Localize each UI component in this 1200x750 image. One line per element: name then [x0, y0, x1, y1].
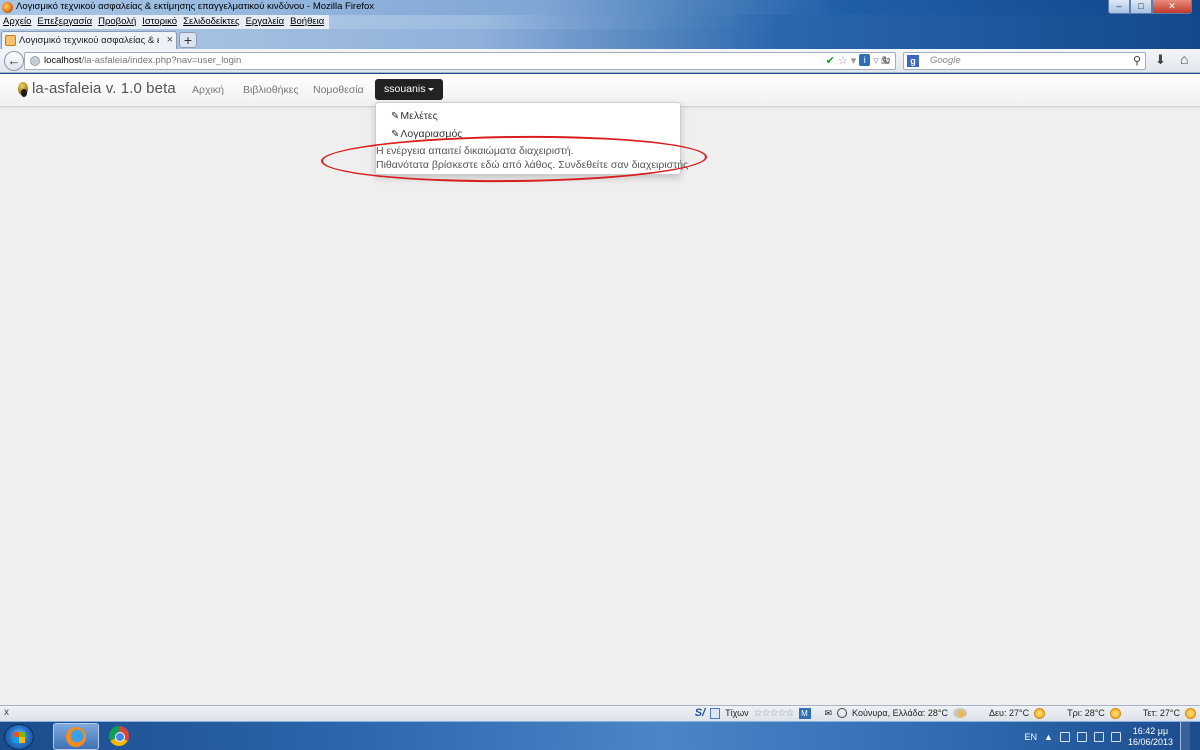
mail-icon[interactable]: ✉ [881, 55, 890, 68]
language-indicator[interactable]: EN [1025, 732, 1038, 742]
partly-cloudy-icon [953, 708, 968, 718]
network-icon[interactable] [1093, 731, 1104, 742]
system-tray: EN ▲ 16:42 μμ 16/06/2013 [1025, 722, 1190, 750]
menu-file[interactable]: Αρχείο [0, 15, 34, 29]
sun-icon [1185, 707, 1196, 719]
wrench-icon: ✎ [391, 129, 400, 140]
url-host: localhost [44, 55, 82, 66]
globe-icon [30, 56, 40, 66]
menubar: Αρχείο Επεξεργασία Προβολή Ιστορικό Σελι… [0, 15, 1200, 29]
menu-list: Αρχείο Επεξεργασία Προβολή Ιστορικό Σελι… [0, 15, 330, 29]
tixon-label[interactable]: Τίχων [725, 708, 749, 718]
page-favicon-icon [5, 35, 16, 46]
nav-legislation[interactable]: Νομοθεσία [313, 84, 364, 96]
sun-icon [1109, 707, 1121, 719]
windows-taskbar: EN ▲ 16:42 μμ 16/06/2013 [0, 721, 1200, 750]
menu-history[interactable]: Ιστορικό [139, 15, 180, 29]
windows-logo-icon [13, 732, 25, 743]
nav-home[interactable]: Αρχική [192, 84, 224, 96]
weather-day3[interactable]: Τετ: 27°C [1143, 708, 1180, 718]
url-bar[interactable]: localhost/la-asfaleia/index.php?nav=user… [24, 52, 896, 70]
power-icon[interactable] [1076, 731, 1087, 742]
tab-close-icon[interactable]: × [167, 34, 173, 46]
rating-stars[interactable]: ☆☆☆☆☆ [754, 708, 795, 719]
download-icon[interactable]: ⬇ [1155, 52, 1166, 68]
firefox-icon [2, 2, 13, 13]
search-placeholder: Google [930, 55, 961, 66]
menu-edit[interactable]: Επεξεργασία [34, 15, 95, 29]
sun-icon [1034, 707, 1046, 719]
menu-view[interactable]: Προβολή [95, 15, 139, 29]
addon-bar-close-icon[interactable]: x [4, 707, 9, 718]
brand-title: la-asfaleia v. 1.0 beta [32, 80, 176, 97]
s-icon[interactable]: S/ [695, 707, 705, 719]
chrome-icon [109, 726, 129, 746]
clock-date: 16/06/2013 [1127, 736, 1173, 747]
back-button[interactable]: ← [4, 51, 24, 71]
menu-bookmarks[interactable]: Σελιδοδείκτες [180, 15, 243, 29]
action-center-icon[interactable] [1059, 731, 1070, 742]
caret-down-icon [428, 87, 435, 91]
dropdown-arrow-icon[interactable]: ▾ [851, 54, 857, 67]
navigation-toolbar: ← localhost/la-asfaleia/index.php?nav=us… [0, 49, 1200, 73]
tray-expand-icon[interactable]: ▲ [1044, 732, 1053, 742]
home-icon[interactable]: ⌂ [1180, 51, 1188, 67]
search-icon[interactable]: ⚲ [1133, 54, 1141, 67]
window-title: Λογισμικό τεχνικού ασφαλείας & εκτίμησης… [16, 1, 375, 12]
firefox-icon [66, 727, 86, 747]
user-menu-button[interactable]: ssouanis [375, 79, 444, 100]
menu-item-studies[interactable]: ✎Μελέτες [391, 110, 438, 122]
search-bar[interactable]: g Google ⚲ [903, 52, 1146, 70]
menu-tools[interactable]: Εργαλεία [243, 15, 288, 29]
clock-icon[interactable] [837, 708, 848, 718]
clock-time: 16:42 μμ [1132, 725, 1169, 736]
user-name: ssouanis [384, 83, 426, 95]
menu-item-studies-label: Μελέτες [400, 110, 438, 122]
window-titlebar: Λογισμικό τεχνικού ασφαλείας & εκτίμησης… [0, 0, 1200, 15]
tabbar: Λογισμικό τεχνικού ασφαλείας & εκτίμη...… [0, 29, 1200, 49]
tray-clock[interactable]: 16:42 μμ 16/06/2013 [1128, 726, 1173, 748]
status-bar: x S/ Τίχων ☆☆☆☆☆ M ✉ Κούνυρα, Ελλάδα: 28… [0, 705, 1200, 721]
show-desktop-button[interactable] [1180, 722, 1190, 750]
new-tab-button[interactable]: + [179, 32, 197, 48]
bookmark-star-icon[interactable]: ☆ [838, 54, 848, 67]
window-controls: – □ ✕ [1108, 0, 1192, 14]
menu-help[interactable]: Βοήθεια [287, 15, 327, 29]
url-path: /la-asfaleia/index.php?nav=user_login [81, 55, 242, 66]
tab-active[interactable]: Λογισμικό τεχνικού ασφαλείας & εκτίμη...… [1, 31, 177, 49]
tab-label: Λογισμικό τεχνικού ασφαλείας & εκτίμη... [19, 35, 159, 46]
tixon-icon[interactable] [710, 707, 721, 719]
start-button[interactable] [4, 724, 34, 750]
weather-day2[interactable]: Τρι: 28°C [1067, 708, 1105, 718]
mail-status-icon[interactable]: ✉ [825, 708, 833, 719]
nav-libraries[interactable]: Βιβλιοθήκες [243, 84, 298, 96]
url-text[interactable]: localhost/la-asfaleia/index.php?nav=user… [44, 55, 241, 66]
back-arrow-icon: ← [7, 53, 21, 68]
info-icon[interactable]: i [859, 54, 871, 66]
brand[interactable]: la-asfaleia v. 1.0 beta [16, 80, 176, 97]
google-icon[interactable]: g [907, 55, 919, 67]
weather-current[interactable]: Κούνυρα, Ελλάδα: 28°C [852, 708, 948, 718]
logo-icon [16, 80, 30, 97]
taskbar-chrome[interactable] [98, 723, 144, 750]
volume-icon[interactable] [1110, 731, 1121, 742]
status-bar-right: S/ Τίχων ☆☆☆☆☆ M ✉ Κούνυρα, Ελλάδα: 28°C… [695, 707, 1196, 719]
taskbar-firefox[interactable] [53, 723, 99, 750]
history-dropdown-icon[interactable]: ▿ [873, 54, 879, 67]
maximize-button[interactable]: □ [1130, 0, 1152, 14]
minimize-button[interactable]: – [1108, 0, 1130, 14]
close-window-button[interactable]: ✕ [1152, 0, 1192, 14]
weather-day1[interactable]: Δευ: 27°C [989, 708, 1029, 718]
m-icon[interactable]: M [798, 707, 811, 719]
pencil-icon: ✎ [391, 111, 400, 122]
check-icon[interactable]: ✔ [826, 54, 835, 67]
